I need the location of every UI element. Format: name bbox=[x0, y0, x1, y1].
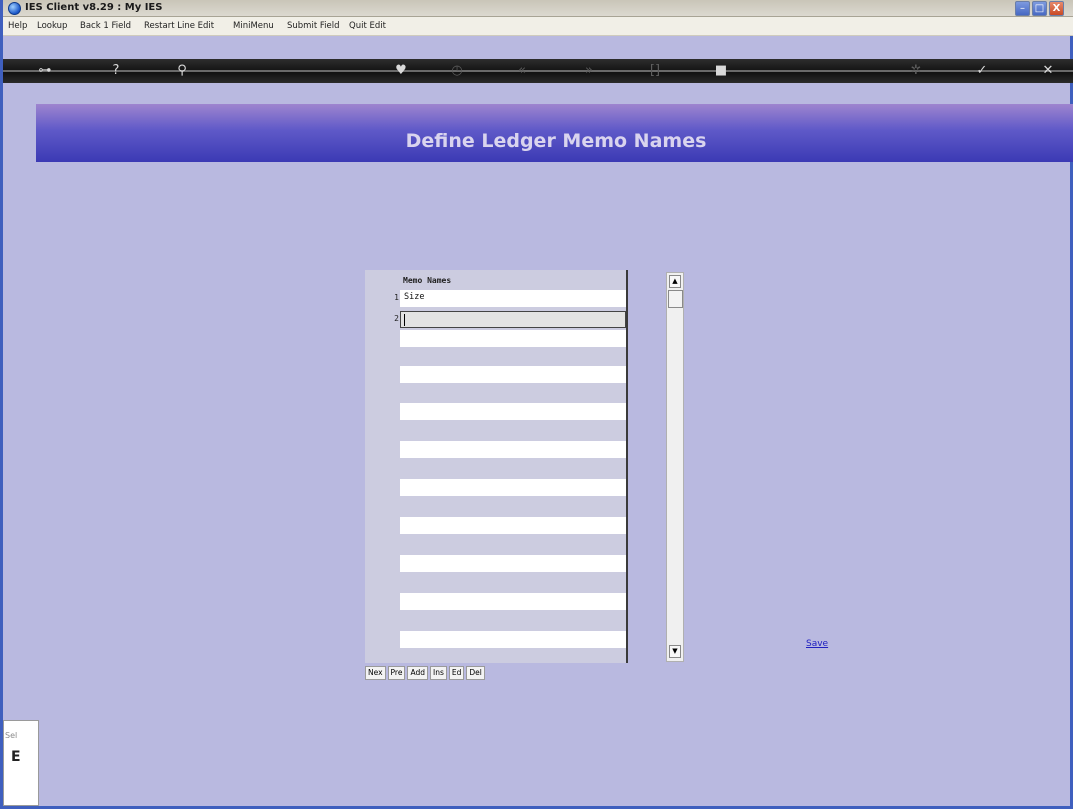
window-title: IES Client v8.29 : My IES bbox=[25, 2, 163, 13]
menu-lookup[interactable]: Lookup bbox=[37, 21, 67, 31]
app-window: IES Client v8.29 : My IES – □ X Help Loo… bbox=[0, 0, 1073, 809]
grid-cell-empty[interactable] bbox=[400, 441, 626, 458]
cell-value: Size bbox=[404, 292, 425, 302]
settings-icon[interactable]: ✲ bbox=[907, 62, 925, 80]
text-caret bbox=[404, 314, 405, 326]
app-logo-icon bbox=[8, 2, 21, 15]
menu-bar: Help Lookup Back 1 Field Restart Line Ed… bbox=[3, 17, 1073, 36]
add-button[interactable]: Add bbox=[407, 666, 428, 680]
menu-quit-edit[interactable]: Quit Edit bbox=[349, 21, 386, 31]
grid-cell-empty[interactable] bbox=[400, 555, 626, 572]
toolbar: ⊶ ? ⚲ ♥ ◷ « » [] ■ ✲ ✓ ✕ bbox=[3, 59, 1073, 83]
menu-restart-line-edit[interactable]: Restart Line Edit bbox=[144, 21, 214, 31]
bracket-icon[interactable]: [] bbox=[646, 62, 664, 80]
close-window-button[interactable]: X bbox=[1049, 1, 1064, 16]
row-number: 1 bbox=[394, 293, 399, 302]
grid-cell-empty[interactable] bbox=[400, 593, 626, 610]
save-link[interactable]: Save bbox=[806, 639, 828, 649]
delete-button[interactable]: Del bbox=[466, 666, 485, 680]
grid-cell-empty[interactable] bbox=[400, 631, 626, 648]
grid-scrollbar[interactable]: ▲ ▼ bbox=[666, 272, 684, 662]
clock-icon[interactable]: ◷ bbox=[448, 62, 466, 80]
forward-icon[interactable]: » bbox=[580, 62, 598, 80]
help-icon[interactable]: ? bbox=[107, 62, 125, 80]
side-panel-value: E bbox=[11, 749, 21, 765]
menu-back-1-field[interactable]: Back 1 Field bbox=[80, 21, 131, 31]
close-icon[interactable]: ✕ bbox=[1039, 62, 1057, 80]
scroll-thumb[interactable] bbox=[668, 290, 683, 308]
menu-help[interactable]: Help bbox=[8, 21, 27, 31]
heart-icon[interactable]: ♥ bbox=[392, 62, 410, 80]
back-icon[interactable]: « bbox=[513, 62, 531, 80]
row-nav-buttons: Nex Pre Add Ins Ed Del bbox=[365, 666, 485, 681]
minimize-button[interactable]: – bbox=[1015, 1, 1030, 16]
page-header-banner: Define Ledger Memo Names bbox=[36, 104, 1073, 162]
menu-submit-field[interactable]: Submit Field bbox=[287, 21, 339, 31]
title-bar: IES Client v8.29 : My IES – □ X bbox=[3, 0, 1073, 17]
grid-cell-row-1[interactable]: Size bbox=[400, 290, 626, 307]
stop-icon[interactable]: ■ bbox=[712, 62, 730, 80]
grid-cell-empty[interactable] bbox=[400, 517, 626, 534]
grid-cell-empty[interactable] bbox=[400, 479, 626, 496]
maximize-button[interactable]: □ bbox=[1032, 1, 1047, 16]
scroll-down-icon[interactable]: ▼ bbox=[669, 645, 681, 658]
key-icon[interactable]: ⊶ bbox=[36, 62, 54, 80]
menu-minimenu[interactable]: MiniMenu bbox=[233, 21, 274, 31]
row-number: 2 bbox=[394, 314, 399, 323]
side-panel-label: Sel bbox=[5, 731, 18, 740]
side-panel: Sel E bbox=[3, 720, 39, 806]
grid-cell-empty[interactable] bbox=[400, 403, 626, 420]
edit-button[interactable]: Ed bbox=[448, 666, 465, 680]
grid-cell-row-2-input[interactable] bbox=[400, 311, 626, 328]
search-icon[interactable]: ⚲ bbox=[173, 62, 191, 80]
grid-cell-empty[interactable] bbox=[400, 330, 626, 347]
previous-button[interactable]: Pre bbox=[387, 666, 406, 680]
scroll-up-icon[interactable]: ▲ bbox=[669, 275, 681, 288]
check-icon[interactable]: ✓ bbox=[973, 62, 991, 80]
page-title: Define Ledger Memo Names bbox=[405, 130, 707, 152]
insert-button[interactable]: Ins bbox=[430, 666, 447, 680]
grid-column-header: Memo Names bbox=[403, 276, 452, 285]
memo-names-grid: Memo Names 1 Size 2 bbox=[365, 270, 628, 663]
grid-cell-empty[interactable] bbox=[400, 366, 626, 383]
next-button[interactable]: Nex bbox=[365, 666, 386, 680]
